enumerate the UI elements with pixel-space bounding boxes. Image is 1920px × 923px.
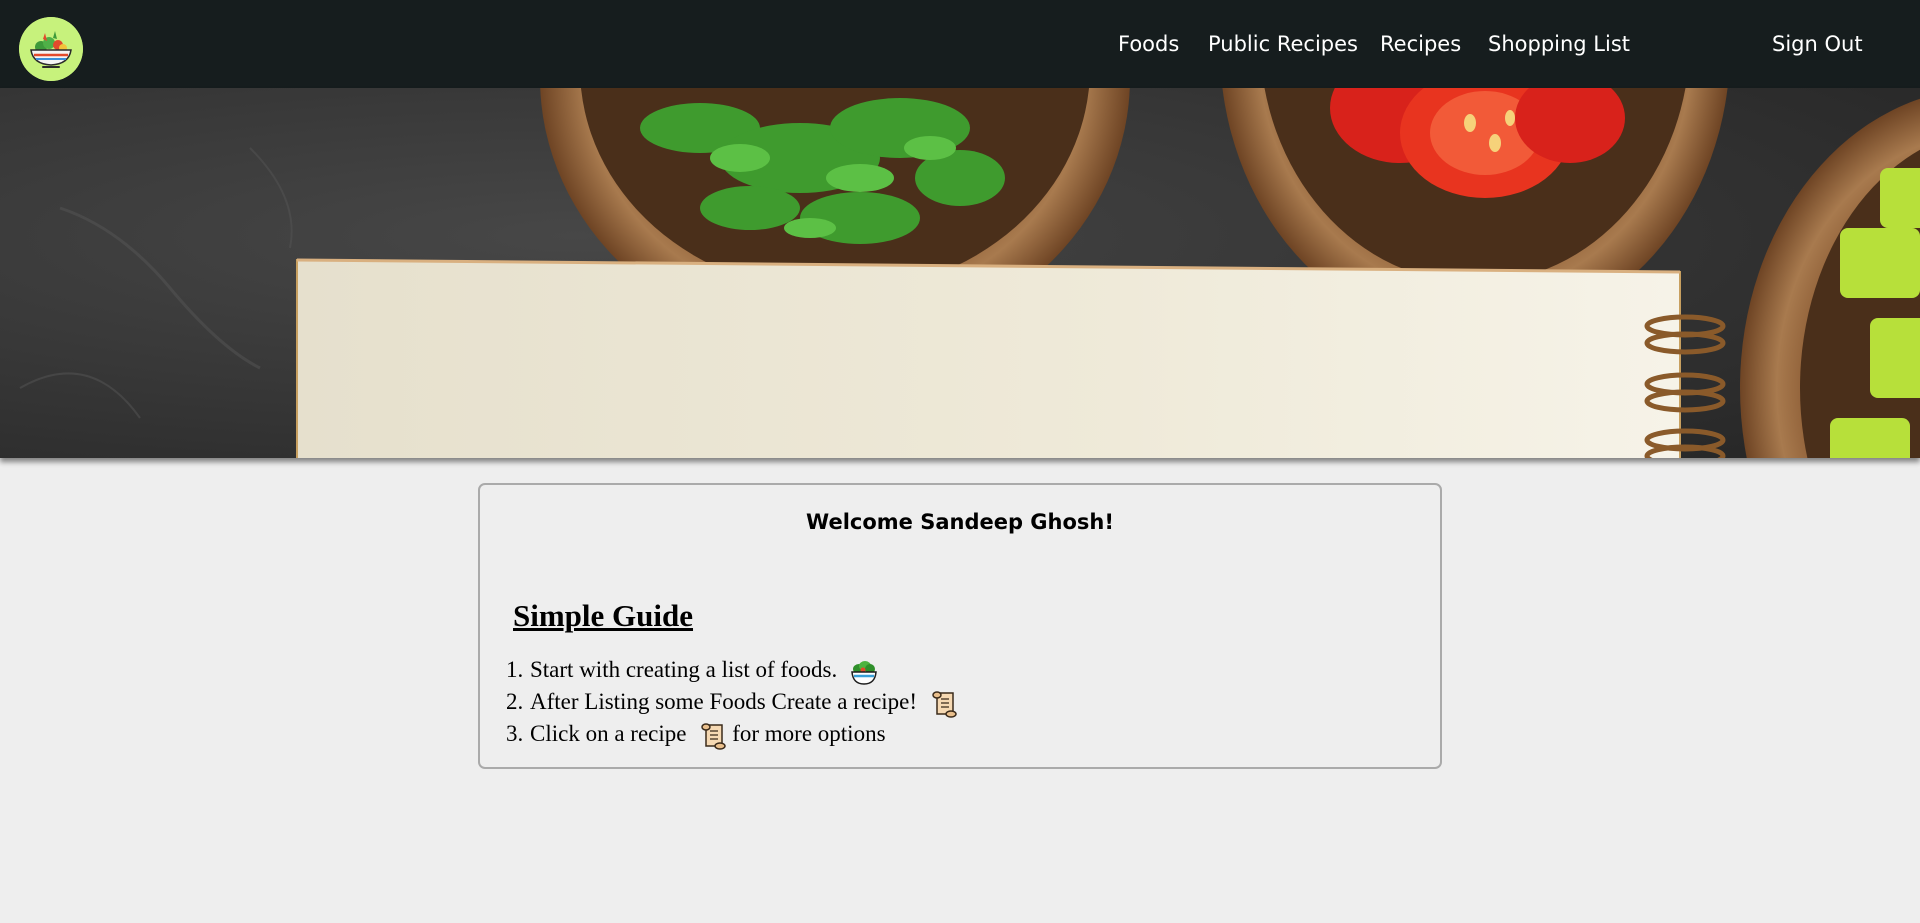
step-text: After Listing some Foods Create a recipe… <box>530 689 918 714</box>
salad-bowl-logo-icon[interactable] <box>19 17 83 81</box>
guide-title: Simple Guide <box>513 598 694 633</box>
guide-step-1: 1. Start with creating a list of foods. <box>506 654 963 686</box>
sign-out-button[interactable]: Sign Out <box>1772 31 1863 57</box>
nav-link-public-recipes[interactable]: Public Recipes <box>1208 31 1358 57</box>
step-number: 2. <box>506 689 524 714</box>
hero-banner-image <box>0 88 1920 458</box>
guide-step-2: 2. After Listing some Foods Create a reci… <box>506 686 963 718</box>
welcome-heading: Welcome Sandeep Ghosh! <box>806 510 1114 534</box>
scroll-icon <box>929 689 959 719</box>
top-navbar: Foods Public Recipes Recipes Shopping Li… <box>0 0 1920 88</box>
step-text: Start with creating a list of foods. <box>530 657 838 682</box>
guide-step-3: 3. Click on a recipe for more options <box>506 718 963 750</box>
guide-steps-list: 1. Start with creating a list of foods. 2… <box>506 654 963 750</box>
step-text-after: for more options <box>732 721 886 746</box>
welcome-card: Welcome Sandeep Ghosh! Simple Guide 1. St… <box>478 483 1442 769</box>
step-number: 1. <box>506 657 524 682</box>
green-salad-icon <box>849 657 879 687</box>
nav-link-recipes[interactable]: Recipes <box>1380 31 1461 57</box>
nav-link-shopping-list[interactable]: Shopping List <box>1488 31 1630 57</box>
nav-link-foods[interactable]: Foods <box>1118 31 1179 57</box>
step-number: 3. <box>506 721 524 746</box>
step-text: Click on a recipe <box>530 721 687 746</box>
scroll-icon <box>698 721 728 751</box>
